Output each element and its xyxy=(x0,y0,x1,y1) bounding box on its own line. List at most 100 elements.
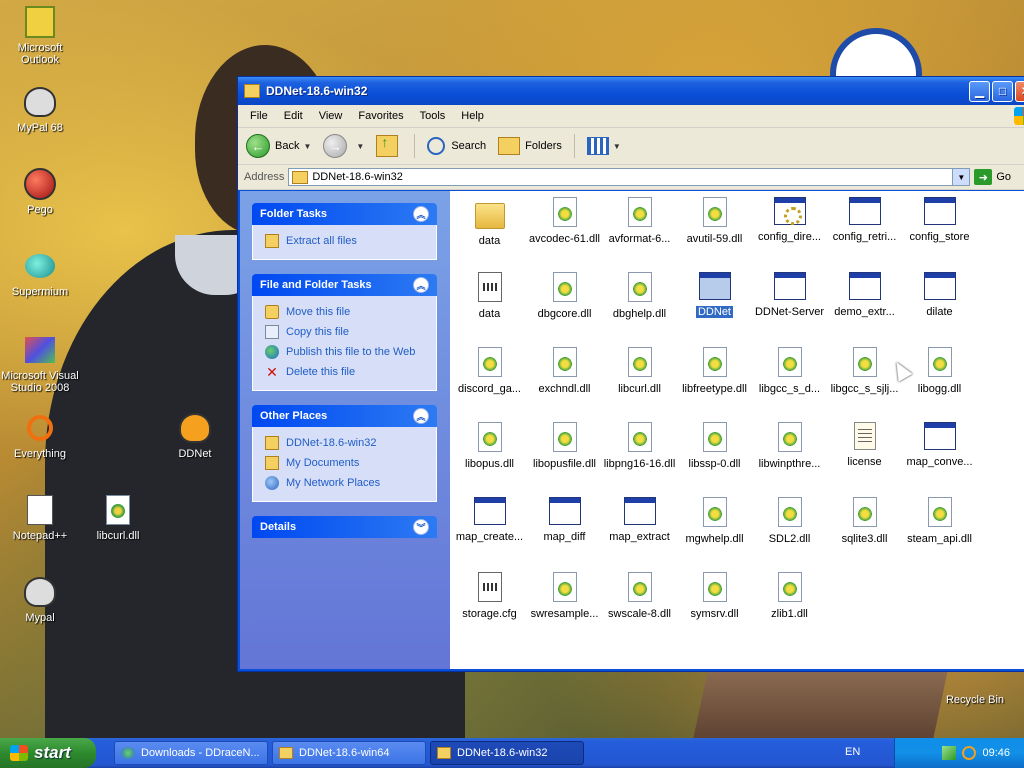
file-item[interactable]: avutil-59.dll xyxy=(677,197,752,245)
file-item[interactable]: avformat-6... xyxy=(602,197,677,245)
file-item[interactable]: dilate xyxy=(902,272,977,318)
file-item[interactable]: libwinpthre... xyxy=(752,422,827,470)
desktop-icon-everything[interactable]: Everything xyxy=(0,412,80,460)
file-item[interactable]: config_retri... xyxy=(827,197,902,243)
task-publish-web[interactable]: Publish this file to the Web xyxy=(265,342,424,362)
file-folder-tasks-header[interactable]: File and Folder Tasks ︽ xyxy=(252,274,437,296)
file-item[interactable]: data xyxy=(452,197,527,247)
forward-button[interactable]: → ▼ xyxy=(323,134,364,158)
desktop-icon-visual-studio[interactable]: Microsoft Visual Studio 2008 xyxy=(0,334,80,394)
file-item[interactable]: steam_api.dll xyxy=(902,497,977,545)
back-button[interactable]: ← Back ▼ xyxy=(246,134,311,158)
file-item[interactable]: map_conve... xyxy=(902,422,977,468)
collapse-icon[interactable]: ︽ xyxy=(413,206,429,222)
file-item[interactable]: data xyxy=(452,272,527,320)
file-item[interactable]: map_create... xyxy=(452,497,527,543)
desktop-icon-mypal68[interactable]: MyPal 68 xyxy=(0,86,80,134)
close-button[interactable]: ✕ xyxy=(1015,80,1024,102)
desktop-icon-ddnet[interactable]: DDNet xyxy=(155,412,235,460)
file-name: libcurl.dll xyxy=(618,383,661,395)
file-item[interactable]: libpng16-16.dll xyxy=(602,422,677,470)
file-item[interactable]: libgcc_s_sjlj... xyxy=(827,347,902,395)
file-item[interactable]: DDNet-Server xyxy=(752,272,827,318)
chevron-down-icon[interactable]: ▼ xyxy=(952,169,970,185)
go-button[interactable]: ➜ Go xyxy=(974,169,1011,185)
search-tray-icon[interactable] xyxy=(962,746,977,760)
desktop-icon-notepadpp[interactable]: Notepad++ xyxy=(0,494,80,542)
task-downloads[interactable]: Downloads - DDraceN... xyxy=(114,741,268,765)
file-list[interactable]: data avcodec-61.dll avformat-6... avutil-59… xyxy=(450,191,1024,669)
file-item[interactable]: libopusfile.dll xyxy=(527,422,602,470)
file-item[interactable]: libfreetype.dll xyxy=(677,347,752,395)
menu-file[interactable]: File xyxy=(242,110,276,122)
chevron-down-icon[interactable]: ▼ xyxy=(303,142,311,151)
file-item[interactable]: storage.cfg xyxy=(452,572,527,620)
file-item[interactable]: config_dire... xyxy=(752,197,827,243)
desktop-icon-recycle-bin[interactable]: Recycle Bin xyxy=(935,694,1015,706)
menu-edit[interactable]: Edit xyxy=(276,110,311,122)
file-item[interactable]: dbghelp.dll xyxy=(602,272,677,320)
minimize-button[interactable]: ▁ xyxy=(969,80,990,102)
place-ddnet-folder[interactable]: DDNet-18.6-win32 xyxy=(265,433,424,453)
desktop-icon-pego[interactable]: Pego xyxy=(0,168,80,216)
task-delete-file[interactable]: ✕ Delete this file xyxy=(265,362,424,382)
desktop-icon-label: Microsoft Outlook xyxy=(17,42,63,66)
toolbar: ← Back ▼ → ▼ Search Folders ▼ xyxy=(238,128,1024,165)
search-button[interactable]: Search xyxy=(427,137,486,155)
file-item[interactable]: exchndl.dll xyxy=(527,347,602,395)
language-indicator[interactable]: EN xyxy=(845,746,860,758)
file-item[interactable]: symsrv.dll xyxy=(677,572,752,620)
file-item[interactable]: DDNet xyxy=(677,272,752,319)
folders-button[interactable]: Folders xyxy=(498,137,562,155)
menu-favorites[interactable]: Favorites xyxy=(350,110,411,122)
file-item[interactable]: libogg.dll xyxy=(902,347,977,395)
task-extract-all-files[interactable]: Extract all files xyxy=(265,231,424,251)
file-item[interactable]: map_diff xyxy=(527,497,602,543)
file-item[interactable]: SDL2.dll xyxy=(752,497,827,545)
menu-help[interactable]: Help xyxy=(453,110,492,122)
task-ddnet-win32[interactable]: DDNet-18.6-win32 xyxy=(430,741,584,765)
desktop-icon-supermium[interactable]: Supermium xyxy=(0,250,80,298)
file-item[interactable]: sqlite3.dll xyxy=(827,497,902,545)
file-item[interactable]: discord_ga... xyxy=(452,347,527,395)
file-item[interactable]: demo_extr... xyxy=(827,272,902,318)
desktop-icon-libcurl[interactable]: libcurl.dll xyxy=(78,494,158,542)
folder-tasks-header[interactable]: Folder Tasks ︽ xyxy=(252,203,437,225)
views-button[interactable]: ▼ xyxy=(586,137,621,155)
file-item[interactable]: zlib1.dll xyxy=(752,572,827,620)
task-move-file[interactable]: Move this file xyxy=(265,302,424,322)
expand-icon[interactable]: ︾ xyxy=(413,519,429,535)
task-copy-file[interactable]: Copy this file xyxy=(265,322,424,342)
file-item[interactable]: swscale-8.dll xyxy=(602,572,677,620)
exe-file-icon xyxy=(773,272,806,300)
menu-tools[interactable]: Tools xyxy=(412,110,454,122)
file-item[interactable]: avcodec-61.dll xyxy=(527,197,602,245)
collapse-icon[interactable]: ︽ xyxy=(413,277,429,293)
file-item[interactable]: dbgcore.dll xyxy=(527,272,602,320)
chevron-down-icon[interactable]: ▼ xyxy=(356,142,364,151)
file-item[interactable]: swresample... xyxy=(527,572,602,620)
task-ddnet-win64[interactable]: DDNet-18.6-win64 xyxy=(272,741,426,765)
collapse-icon[interactable]: ︽ xyxy=(413,408,429,424)
menu-view[interactable]: View xyxy=(311,110,351,122)
maximize-button[interactable]: □ xyxy=(992,80,1013,102)
up-folder-button[interactable] xyxy=(376,134,402,157)
place-my-network-places[interactable]: My Network Places xyxy=(265,473,424,493)
file-item[interactable]: map_extract xyxy=(602,497,677,543)
network-tray-icon[interactable] xyxy=(942,746,957,760)
place-my-documents[interactable]: My Documents xyxy=(265,453,424,473)
file-item[interactable]: config_store xyxy=(902,197,977,243)
desktop-icon-mypal[interactable]: Mypal xyxy=(0,576,80,624)
desktop-icon-outlook[interactable]: Microsoft Outlook xyxy=(0,6,80,66)
address-input[interactable]: DDNet-18.6-win32 ▼ xyxy=(288,168,971,186)
file-item[interactable]: license xyxy=(827,422,902,468)
window-titlebar[interactable]: DDNet-18.6-win32 ▁ □ ✕ xyxy=(238,77,1024,105)
other-places-header[interactable]: Other Places ︽ xyxy=(252,405,437,427)
start-button[interactable]: start xyxy=(0,738,96,768)
file-item[interactable]: libgcc_s_d... xyxy=(752,347,827,395)
file-item[interactable]: libcurl.dll xyxy=(602,347,677,395)
file-item[interactable]: libssp-0.dll xyxy=(677,422,752,470)
details-header[interactable]: Details ︾ xyxy=(252,516,437,538)
file-item[interactable]: libopus.dll xyxy=(452,422,527,470)
file-item[interactable]: mgwhelp.dll xyxy=(677,497,752,545)
